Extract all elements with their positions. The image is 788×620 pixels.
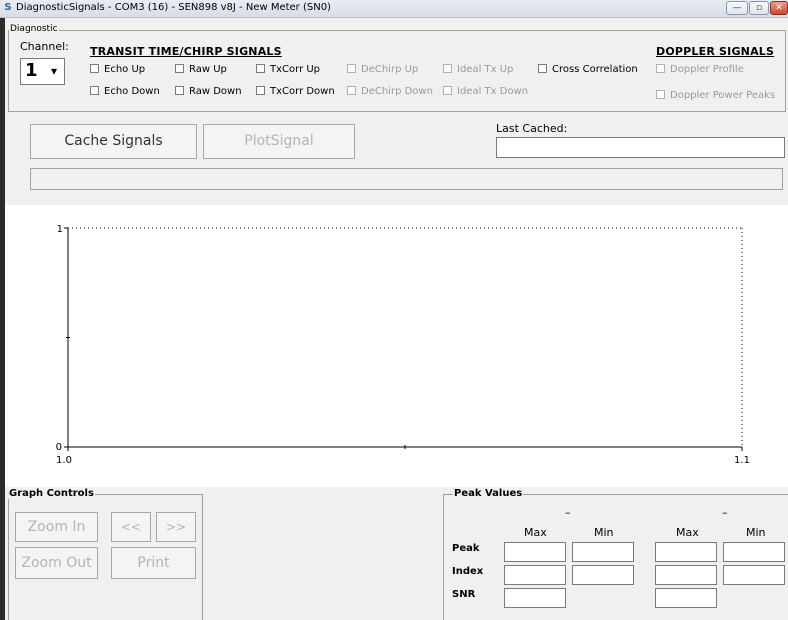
row-index-label: Index <box>452 566 484 577</box>
checkbox-label: Raw Up <box>189 64 227 75</box>
app-icon: S <box>4 2 12 13</box>
signal-chart: 1.0 1.1 0 1 <box>56 224 750 466</box>
checkbox-label: TxCorr Down <box>270 86 335 97</box>
channel-value: 1 <box>25 60 38 81</box>
graph-controls-label: Graph Controls <box>8 488 95 499</box>
channel-label: Channel: <box>20 40 69 53</box>
checkbox-box <box>175 86 184 95</box>
zoom-out-button[interactable]: Zoom Out <box>15 547 98 579</box>
checkbox-ideal-tx-down[interactable]: Ideal Tx Down <box>443 86 528 98</box>
checkbox-box <box>656 64 665 73</box>
index-max-a-field[interactable] <box>504 565 566 585</box>
last-cached-label: Last Cached: <box>496 122 568 135</box>
peak-min-b-field[interactable] <box>723 542 785 562</box>
checkbox-label: Ideal Tx Down <box>457 86 529 97</box>
previous-button[interactable]: << <box>111 512 151 542</box>
index-min-b-field[interactable] <box>723 565 785 585</box>
checkbox-box <box>90 86 99 95</box>
transit-signals-header: TRANSIT TIME/CHIRP SIGNALS <box>90 45 282 58</box>
checkbox-echo-up[interactable]: Echo Up <box>90 64 145 76</box>
minimize-button[interactable]: — <box>726 1 748 15</box>
y-tick-label: 1 <box>57 224 63 235</box>
checkbox-label: Doppler Profile <box>670 64 744 75</box>
row-peak-label: Peak <box>452 543 480 554</box>
cache-signals-button[interactable]: Cache Signals <box>30 124 197 159</box>
snr-a-field[interactable] <box>504 588 566 608</box>
group-a-dash: – <box>565 506 571 519</box>
checkbox-label: DeChirp Down <box>361 86 433 97</box>
status-progress-bar <box>30 168 783 190</box>
checkbox-box <box>175 64 184 73</box>
checkbox-raw-down[interactable]: Raw Down <box>175 86 242 98</box>
col-max-a: Max <box>524 526 547 539</box>
print-button[interactable]: Print <box>111 547 196 579</box>
checkbox-doppler-profile[interactable]: Doppler Profile <box>656 64 744 76</box>
index-max-b-field[interactable] <box>655 565 717 585</box>
group-b-dash: – <box>722 506 728 519</box>
x-tick-label: 1.1 <box>734 455 750 466</box>
peak-min-a-field[interactable] <box>572 542 634 562</box>
col-min-a: Min <box>594 526 614 539</box>
peak-values-label: Peak Values <box>453 488 524 499</box>
index-min-a-field[interactable] <box>572 565 634 585</box>
maximize-button[interactable]: ▫ <box>749 1 769 15</box>
checkbox-raw-up[interactable]: Raw Up <box>175 64 227 76</box>
checkbox-label: Echo Up <box>104 64 146 75</box>
checkbox-box <box>90 64 99 73</box>
checkbox-label: Echo Down <box>104 86 160 97</box>
checkbox-echo-down[interactable]: Echo Down <box>90 86 160 98</box>
checkbox-cross-correlation[interactable]: Cross Correlation <box>538 64 638 76</box>
snr-b-field[interactable] <box>655 588 717 608</box>
diagnostic-group-label: Diagnostic <box>9 24 59 34</box>
checkbox-txcorr-down[interactable]: TxCorr Down <box>256 86 335 98</box>
checkbox-dechirp-up[interactable]: DeChirp Up <box>347 64 418 76</box>
checkbox-box <box>256 86 265 95</box>
doppler-signals-header: DOPPLER SIGNALS <box>656 45 775 58</box>
checkbox-box <box>443 86 452 95</box>
peak-max-b-field[interactable] <box>655 542 717 562</box>
peak-max-a-field[interactable] <box>504 542 566 562</box>
checkbox-label: DeChirp Up <box>361 64 419 75</box>
checkbox-dechirp-down[interactable]: DeChirp Down <box>347 86 433 98</box>
close-button[interactable]: ✕ <box>770 1 788 15</box>
col-max-b: Max <box>676 526 699 539</box>
x-tick-label: 1.0 <box>56 455 72 466</box>
checkbox-label: Cross Correlation <box>552 64 638 75</box>
col-min-b: Min <box>746 526 766 539</box>
checkbox-doppler-power-peaks[interactable]: Doppler Power Peaks <box>656 90 775 102</box>
checkbox-box <box>347 86 356 95</box>
checkbox-box <box>656 90 665 99</box>
checkbox-box <box>538 64 547 73</box>
plot-signal-button[interactable]: PlotSignal <box>203 124 355 159</box>
checkbox-box <box>256 64 265 73</box>
title-bar: S DiagnosticSignals - COM3 (16) - SEN898… <box>0 0 788 18</box>
chevron-down-icon: ▾ <box>51 64 58 78</box>
plot-area: 1.0 1.1 0 1 <box>5 205 788 487</box>
y-tick-label: 0 <box>56 442 62 453</box>
row-snr-label: SNR <box>452 589 476 600</box>
checkbox-txcorr-up[interactable]: TxCorr Up <box>256 64 320 76</box>
checkbox-label: Ideal Tx Up <box>457 64 514 75</box>
checkbox-label: Doppler Power Peaks <box>670 90 776 101</box>
last-cached-field[interactable] <box>496 137 785 158</box>
channel-select[interactable]: 1 ▾ <box>20 58 65 85</box>
checkbox-box <box>443 64 452 73</box>
checkbox-label: Raw Down <box>189 86 242 97</box>
checkbox-label: TxCorr Up <box>270 64 321 75</box>
checkbox-box <box>347 64 356 73</box>
checkbox-ideal-tx-up[interactable]: Ideal Tx Up <box>443 64 513 76</box>
zoom-in-button[interactable]: Zoom In <box>15 512 98 542</box>
window-title: DiagnosticSignals - COM3 (16) - SEN898 v… <box>16 2 331 13</box>
next-button[interactable]: >> <box>156 512 196 542</box>
